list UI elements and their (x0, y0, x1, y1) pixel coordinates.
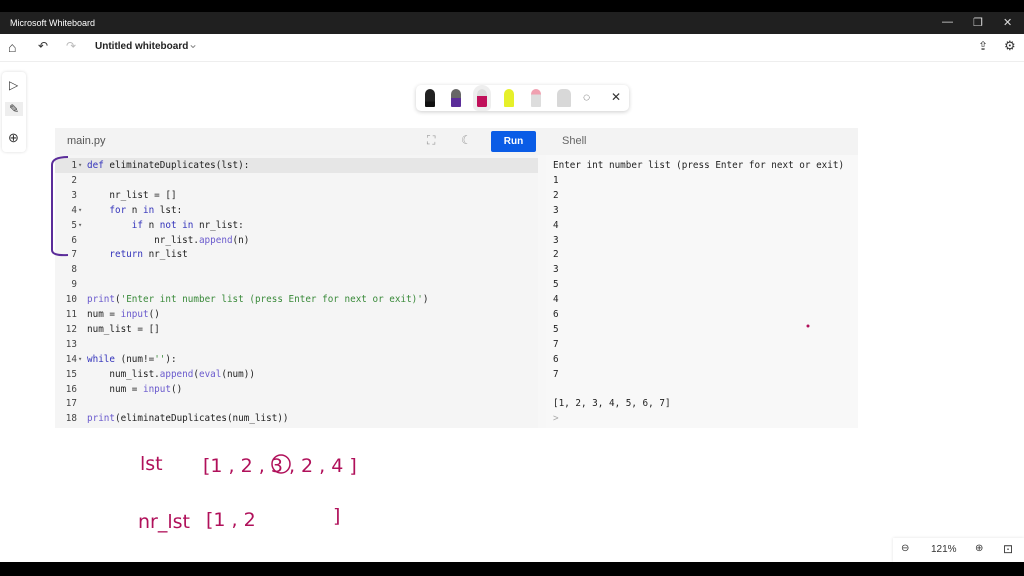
ink-close-bracket: ] (333, 505, 340, 527)
ink-dot (806, 324, 810, 328)
zoom-controls: ⊖ 121% ⊕ ⊡ (893, 538, 1024, 562)
fit-screen-icon[interactable]: ⊡ (1003, 542, 1013, 556)
ink-label-lst: lst (140, 453, 163, 475)
zoom-level: 121% (931, 544, 957, 555)
zoom-in-icon[interactable]: ⊕ (975, 543, 983, 554)
ink-label-nr-lst: nr_lst (138, 511, 190, 533)
zoom-out-icon[interactable]: ⊖ (901, 543, 909, 554)
purple-bracket-ink (51, 156, 69, 257)
ink-list-nr-lst: [1 , 2 (206, 509, 256, 531)
letterbox-bottom (0, 562, 1024, 576)
ink-layer: lst [1 , 2 , 3 , 2 , 4 ] nr_lst [1 , 2 ] (51, 156, 810, 533)
ink-list-lst: [1 , 2 , 3 , 2 , 4 ] (203, 455, 357, 477)
